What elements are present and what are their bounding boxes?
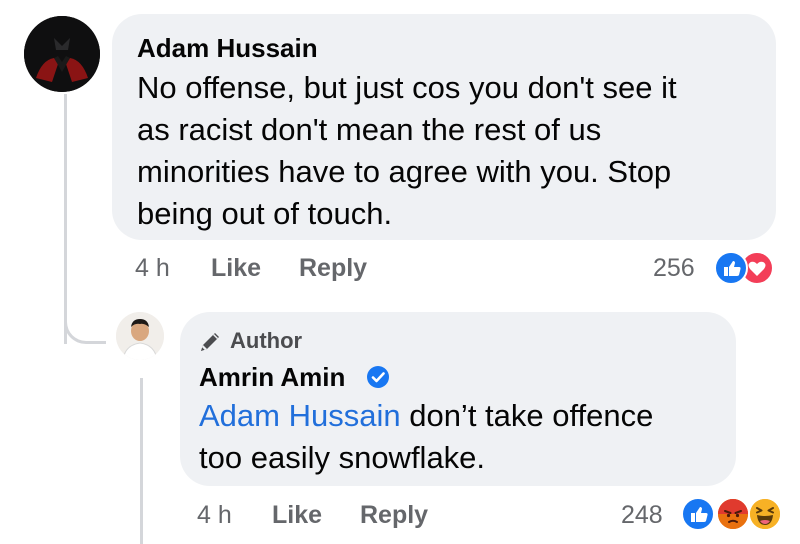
reply-text-line: too easily snowflake. (199, 440, 486, 475)
reaction-count[interactable]: 256 (653, 254, 695, 283)
author-badge: Author (230, 328, 303, 353)
reply-text-segment: don’t take offence (400, 398, 654, 433)
reply-text-line: Adam Hussain don’t take offence (199, 395, 729, 437)
like-icon (714, 251, 748, 285)
avatar[interactable] (24, 16, 100, 92)
mention-link[interactable]: Adam Hussain (199, 398, 401, 433)
comment-timestamp[interactable]: 4 h (135, 254, 170, 283)
reply-author[interactable]: Amrin Amin (199, 362, 345, 393)
comment-author[interactable]: Adam Hussain (137, 33, 318, 64)
comment-text-line: as racist don't mean the rest of us (137, 112, 602, 147)
verified-badge-icon (365, 364, 391, 390)
pencil-icon (198, 330, 224, 354)
avatar[interactable] (116, 312, 164, 360)
profile-picture (116, 312, 164, 360)
comment-text-line: being out of touch. (137, 196, 393, 231)
thread-connector (64, 300, 106, 344)
reply-text: Adam Hussain don’t take offence too easi… (199, 395, 729, 479)
profile-picture (24, 16, 100, 92)
reply-button[interactable]: Reply (299, 254, 367, 283)
reply-reply-button[interactable]: Reply (360, 501, 428, 530)
comment-text-line: No offense, but just cos you don't see i… (137, 70, 677, 105)
angry-icon (716, 497, 750, 531)
like-button[interactable]: Like (211, 254, 261, 283)
reply-timestamp[interactable]: 4 h (197, 501, 232, 530)
haha-icon (748, 497, 782, 531)
comment-text-line: minorities have to agree with you. Stop (137, 154, 672, 189)
reply-reaction-count[interactable]: 248 (621, 501, 663, 530)
reply-thread-line (140, 378, 143, 544)
comment-text: No offense, but just cos you don't see i… (137, 67, 767, 235)
like-icon (681, 497, 715, 531)
reply-like-button[interactable]: Like (272, 501, 322, 530)
